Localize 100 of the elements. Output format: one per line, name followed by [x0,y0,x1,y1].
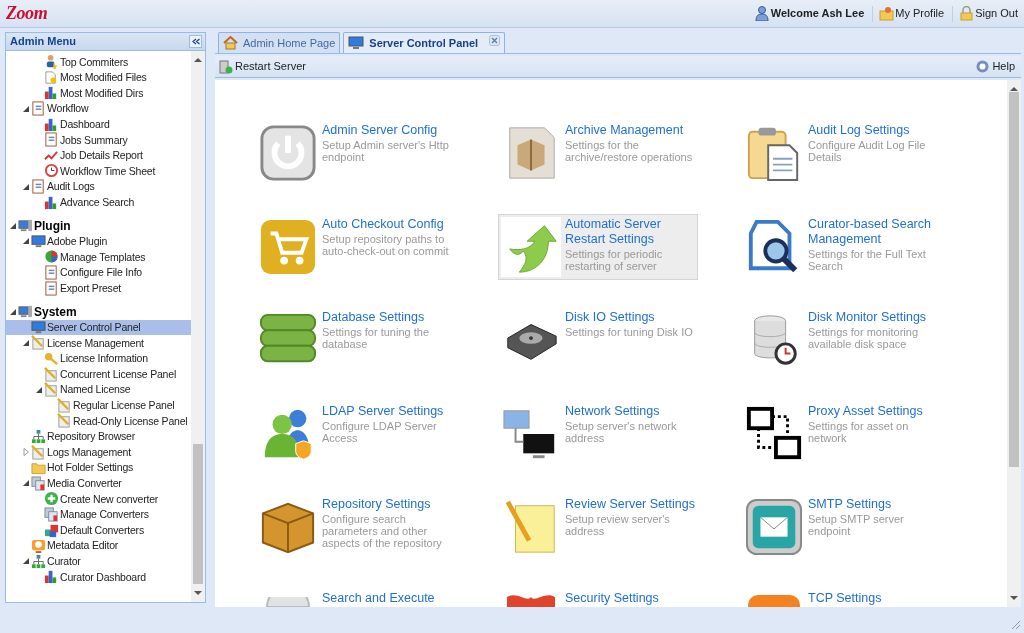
settings-card[interactable]: Admin Server Config Setup Admin server's Http endpoint [255,120,455,186]
expand-arrow-icon[interactable] [8,307,17,316]
card-title[interactable]: SMTP Settings [808,497,938,513]
card-title[interactable]: Auto Checkout Config [322,216,452,232]
scrollbar[interactable] [1007,80,1021,607]
expand-arrow-icon[interactable] [21,479,30,488]
card-title[interactable]: TCP Settings [808,590,938,606]
tree-item[interactable]: Plugin [6,217,191,234]
settings-card[interactable]: Search and Execute [255,587,455,607]
settings-card[interactable]: TCP Settings [741,587,941,607]
tree-item[interactable]: Media Converter [6,475,191,492]
settings-card[interactable]: SMTP Settings Setup SMTP server endpoint [741,494,941,561]
tree-item[interactable]: Create New converter [6,491,191,507]
scrollbar-thumb[interactable] [193,444,203,584]
card-title[interactable]: Review Server Settings [565,497,695,513]
tree-item[interactable]: Most Modified Dirs [6,85,191,101]
bar-chart-icon [44,85,59,101]
card-title[interactable]: Search and Execute [322,590,452,606]
tree-item[interactable]: Repository Browser [6,428,191,445]
tree-item[interactable]: Dashboard [6,116,191,132]
card-description: Settings for periodic restarting of server [565,247,664,272]
card-title[interactable]: LDAP Server Settings [322,403,452,419]
card-description: Setup server's network address [565,419,678,444]
card-title[interactable]: Automatic Server Restart Settings [565,216,695,247]
tree-item[interactable]: Job Details Report [6,147,191,164]
expand-arrow-icon[interactable] [34,385,43,394]
card-title[interactable]: Database Settings [322,310,452,326]
tree-item[interactable]: Concurrent License Panel [6,366,191,382]
card-title[interactable]: Disk Monitor Settings [808,310,938,326]
tab[interactable]: Server Control Panel [343,32,506,53]
tree-item[interactable]: License Information [6,350,191,367]
header-link[interactable]: My Profile [879,5,945,22]
tree-item[interactable]: Advance Search [6,194,191,210]
settings-card[interactable]: Disk IO Settings Settings for tuning Disk IO [498,307,698,374]
settings-card[interactable]: Security Settings [498,587,698,607]
card-title[interactable]: Proxy Asset Settings [808,403,938,419]
tree-item[interactable]: Export Preset [6,280,191,296]
collapse-button[interactable] [189,35,202,48]
settings-card[interactable]: Database Settings Settings for tuning the database [255,307,455,374]
tab[interactable]: Admin Home Page [218,32,341,53]
settings-card[interactable]: LDAP Server Settings Configure LDAP Server Access [255,400,455,467]
settings-card[interactable]: Proxy Asset Settings Settings for asset on network [741,400,941,467]
settings-card[interactable]: Auto Checkout Config Setup repository paths to auto-check-out on commit [255,213,455,280]
tree-item[interactable]: Default Converters [6,522,191,538]
help-button[interactable]: Help [976,58,1015,75]
card-title[interactable]: Network Settings [565,403,695,419]
settings-card[interactable]: Disk Monitor Settings Settings for monitoring available disk space [741,307,941,374]
tree-item[interactable]: Audit Logs [6,178,191,195]
tree-item[interactable]: Read-Only License Panel [6,413,191,429]
settings-card[interactable]: Curator-based Search Management Settings for the Full Text Search [741,213,941,280]
resize-grip-icon[interactable] [1011,620,1021,630]
scroll-down-icon[interactable] [1010,595,1018,601]
tree-item[interactable]: Hot Folder Settings [6,459,191,476]
tree-item[interactable]: Adobe Plugin [6,233,191,250]
tree-item[interactable]: Regular License Panel [6,397,191,414]
tree-item[interactable]: Workflow Time Sheet [6,163,191,179]
tree-item[interactable]: Named License [6,381,191,398]
card-description: Settings for the archive/restore operations [565,139,694,163]
card-title[interactable]: Disk IO Settings [565,310,695,326]
tree-item[interactable]: Top Commiters [6,54,191,70]
card-title[interactable]: Curator-based Search Management [808,216,938,247]
tree-item[interactable]: Manage Converters [6,506,191,523]
scrollbar[interactable] [191,51,205,602]
settings-card[interactable]: Network Settings Setup server's network address [498,400,698,467]
tree-item[interactable]: Server Control Panel [6,319,191,336]
card-title[interactable]: Repository Settings [322,497,452,513]
restart-server-button[interactable]: Restart Server [219,58,306,75]
scroll-up-icon[interactable] [194,57,202,63]
monitor-icon [31,319,46,335]
tree-item[interactable]: Curator Dashboard [6,569,191,585]
header-link[interactable]: Sign Out [959,5,1018,22]
tree-item[interactable]: Metadata Editor [6,537,191,554]
expand-arrow-icon[interactable] [21,338,30,347]
tree-item[interactable]: Configure File Info [6,264,191,281]
close-icon[interactable] [489,35,501,46]
scrollbar-thumb[interactable] [1009,92,1019,467]
tree-item[interactable]: Curator [6,553,191,569]
card-title[interactable]: Audit Log Settings [808,123,938,138]
settings-card[interactable]: Automatic Server Restart Settings Settings for periodic restarting of server [498,213,698,280]
card-title[interactable]: Archive Management [565,123,695,138]
expand-arrow-icon[interactable] [21,104,30,113]
card-title[interactable]: Security Settings [565,590,695,606]
expand-arrow-icon[interactable] [21,557,30,566]
settings-card[interactable]: Audit Log Settings Configure Audit Log File Details [741,120,941,186]
settings-card[interactable]: Archive Management Settings for the archive/restore operations [498,120,698,186]
settings-card[interactable]: Repository Settings Configure search parameters and other aspects of the repository [255,494,455,561]
tree-item[interactable]: System [6,303,191,320]
tree-item[interactable]: Workflow [6,100,191,117]
card-title[interactable]: Admin Server Config [322,123,452,138]
expand-arrow-icon[interactable] [8,221,17,230]
scroll-down-icon[interactable] [194,590,202,596]
tree-item[interactable]: Manage Templates [6,249,191,265]
tree-item[interactable]: License Management [6,335,191,351]
expand-arrow-icon[interactable] [21,182,30,191]
tree-item[interactable]: Logs Management [6,444,191,460]
tree-item[interactable]: Most Modified Files [6,69,191,86]
expand-arrow-icon[interactable] [21,237,30,246]
bar-chart-icon [44,569,59,585]
settings-card[interactable]: Review Server Settings Setup review server's address [498,494,698,561]
tree-item[interactable]: Jobs Summary [6,131,191,148]
